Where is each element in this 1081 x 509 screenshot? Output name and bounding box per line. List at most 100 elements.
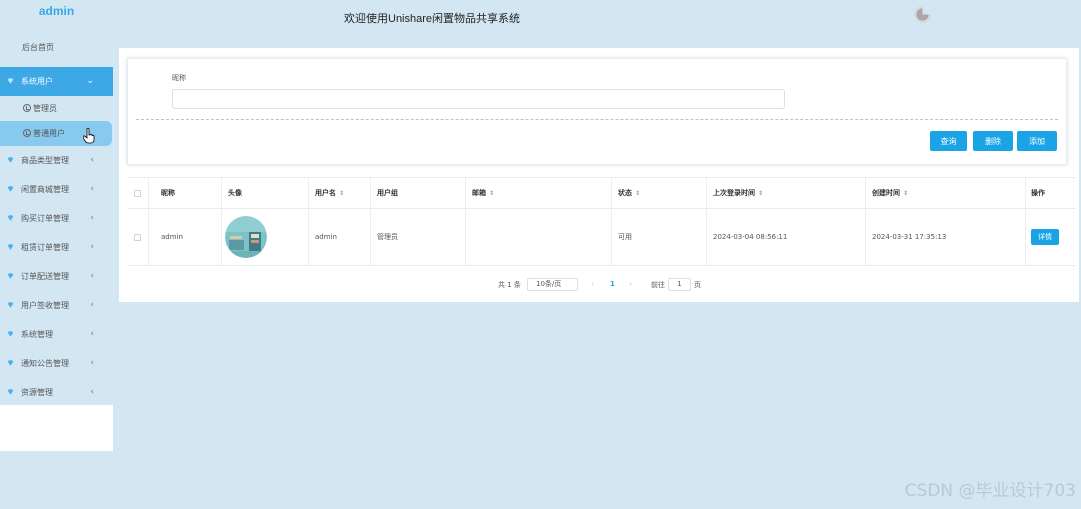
sidebar-item-notices[interactable]: 通知公告管理 ‹ [0, 349, 113, 378]
sidebar-item-order-delivery[interactable]: 订单配送管理 ‹ [0, 262, 113, 291]
gem-icon [7, 302, 14, 308]
sidebar-item-system-admin[interactable]: 系统管理 ‹ [0, 320, 113, 349]
gem-icon [7, 78, 14, 84]
sidebar-subitem-admin[interactable]: 管理员 [0, 96, 113, 121]
users-table: 昵称 头像 用户名 ⇕ 用户组 邮箱 ⇕ 状态 ⇕ 上次登录时间 ⇕ 创建时间 … [128, 177, 1076, 266]
main-panel: 昵称 查询 删除 添加 昵称 头像 用户名 ⇕ 用户组 邮箱 ⇕ 状态 ⇕ 上次… [119, 48, 1079, 302]
chevron-left-icon: ‹ [90, 213, 94, 223]
header-username[interactable]: 用户名 ⇕ [309, 178, 371, 208]
gem-icon [7, 331, 14, 337]
chevron-left-icon: ‹ [90, 329, 94, 339]
pagination: 共 1 条 10条/页 ‹ 1 › 前往 1 页 [119, 278, 1079, 292]
cell-created: 2024-03-31 17:35:13 [866, 209, 1026, 265]
sidebar-item-label: 购买订单管理 [21, 214, 69, 223]
goto-label: 前往 [651, 281, 665, 289]
sidebar-item-system-users[interactable]: 系统用户 ⌄ [0, 67, 113, 96]
header-email-label: 邮箱 [472, 189, 486, 197]
chevron-left-icon: ‹ [90, 242, 94, 252]
add-button[interactable]: 添加 [1017, 131, 1057, 151]
header-username-label: 用户名 [315, 189, 336, 197]
gem-icon [7, 186, 14, 192]
sidebar-item-label: 订单配送管理 [21, 272, 69, 281]
chevron-left-icon: ‹ [90, 358, 94, 368]
chevron-left-icon[interactable]: ‹ [591, 279, 594, 288]
sidebar: admin 后台首页 系统用户 ⌄ 管理员 普通用户 商品类型管理 ‹ 闲置商城… [0, 0, 113, 451]
row-checkbox-cell [128, 209, 149, 265]
gem-icon [7, 273, 14, 279]
header-last-login-label: 上次登录时间 [713, 189, 755, 197]
header-group: 用户组 [371, 178, 466, 208]
header-status[interactable]: 状态 ⇕ [612, 178, 707, 208]
detail-button[interactable]: 详情 [1031, 229, 1059, 245]
loading-spinner-icon [913, 5, 932, 24]
cell-avatar [222, 209, 309, 265]
cell-email [466, 209, 612, 265]
header-created[interactable]: 创建时间 ⇕ [866, 178, 1026, 208]
goto-page-input[interactable]: 1 [668, 278, 691, 291]
header-action: 操作 [1031, 189, 1045, 197]
page-number[interactable]: 1 [610, 280, 615, 288]
page-size-select[interactable]: 10条/页 [527, 278, 578, 291]
gem-icon [7, 244, 14, 250]
header-created-label: 创建时间 [872, 189, 900, 197]
page-unit-label: 页 [694, 281, 701, 289]
sidebar-item-label: 资源管理 [21, 388, 53, 397]
sidebar-item-resources[interactable]: 资源管理 ‹ [0, 378, 113, 407]
sidebar-item-label: 系统用户 [21, 77, 53, 86]
cell-group: 管理员 [371, 209, 466, 265]
chevron-left-icon: ‹ [90, 300, 94, 310]
sidebar-item-purchase-orders[interactable]: 购买订单管理 ‹ [0, 204, 113, 233]
clock-icon [23, 129, 31, 137]
row-checkbox[interactable] [134, 233, 141, 241]
table-row: admin admin 管理员 可用 2024-03-04 08:56:11 2… [128, 209, 1076, 266]
clock-icon [23, 104, 31, 112]
sidebar-item-idle-mall[interactable]: 闲置商城管理 ‹ [0, 175, 113, 204]
nickname-search-input[interactable] [172, 89, 785, 109]
chevron-down-icon: ⌄ [86, 76, 94, 86]
sort-icon[interactable]: ⇕ [339, 190, 344, 197]
sidebar-subitem-label: 管理员 [33, 104, 57, 113]
table-header-row: 昵称 头像 用户名 ⇕ 用户组 邮箱 ⇕ 状态 ⇕ 上次登录时间 ⇕ 创建时间 … [128, 178, 1076, 209]
sidebar-subitem-normal-user[interactable]: 普通用户 [0, 121, 112, 146]
select-all-checkbox[interactable] [134, 189, 141, 197]
gem-icon [7, 360, 14, 366]
pagination-total: 共 1 条 [498, 281, 521, 289]
sidebar-menu: 系统用户 ⌄ 管理员 普通用户 商品类型管理 ‹ 闲置商城管理 ‹ 购买订单管理… [0, 67, 113, 407]
header-status-label: 状态 [618, 189, 632, 197]
sidebar-item-product-type[interactable]: 商品类型管理 ‹ [0, 146, 113, 175]
search-card: 昵称 查询 删除 添加 [127, 58, 1067, 165]
sort-icon[interactable]: ⇕ [758, 190, 763, 197]
sidebar-subitem-label: 普通用户 [33, 129, 65, 138]
gem-icon [7, 215, 14, 221]
cell-last-login: 2024-03-04 08:56:11 [707, 209, 866, 265]
sidebar-footer [0, 405, 113, 451]
header-checkbox-cell [128, 178, 149, 208]
sort-icon[interactable]: ⇕ [903, 190, 908, 197]
delete-button[interactable]: 删除 [973, 131, 1013, 151]
brand-logo: admin [0, 0, 113, 29]
sidebar-item-rental-orders[interactable]: 租赁订单管理 ‹ [0, 233, 113, 262]
query-button[interactable]: 查询 [930, 131, 967, 151]
watermark: CSDN @毕业设计703 [904, 481, 1076, 501]
chevron-right-icon[interactable]: › [629, 279, 632, 288]
search-label: 昵称 [172, 74, 186, 82]
cell-status: 可用 [612, 209, 707, 265]
sort-icon[interactable]: ⇕ [489, 190, 494, 197]
chevron-left-icon: ‹ [90, 184, 94, 194]
avatar [225, 216, 267, 258]
header-last-login[interactable]: 上次登录时间 ⇕ [707, 178, 866, 208]
sidebar-item-label: 通知公告管理 [21, 359, 69, 368]
sidebar-item-label: 租赁订单管理 [21, 243, 69, 252]
cell-action: 详情 [1026, 209, 1076, 265]
sidebar-item-user-receipt[interactable]: 用户签收管理 ‹ [0, 291, 113, 320]
header-email[interactable]: 邮箱 ⇕ [466, 178, 612, 208]
header-nickname: 昵称 [149, 178, 222, 208]
cell-username: admin [309, 209, 371, 265]
sidebar-item-label: 闲置商城管理 [21, 185, 69, 194]
page-title: 欢迎使用Unishare闲置物品共享系统 [344, 13, 521, 25]
sidebar-item-home[interactable]: 后台首页 [0, 29, 113, 67]
sidebar-item-label: 用户签收管理 [21, 301, 69, 310]
hand-cursor-icon [83, 128, 95, 144]
chevron-left-icon: ‹ [90, 387, 94, 397]
sort-icon[interactable]: ⇕ [635, 190, 640, 197]
